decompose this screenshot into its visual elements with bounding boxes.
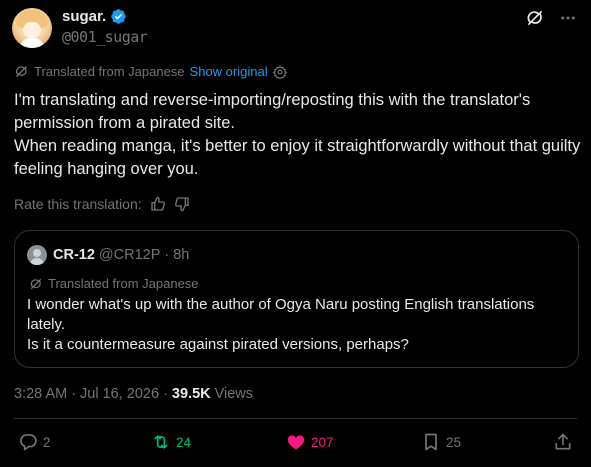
header-actions [525, 8, 577, 28]
reply-icon [20, 434, 37, 451]
translate-icon [30, 278, 42, 289]
quoted-author-name[interactable]: CR-12 [53, 247, 95, 263]
rate-translation-label: Rate this translation: [14, 196, 142, 212]
like-button[interactable]: 207 [286, 432, 334, 452]
retweet-icon [154, 435, 168, 449]
author-handle[interactable]: @001_sugar [62, 28, 148, 46]
views-count[interactable]: 39.5K [172, 386, 211, 402]
retweet-button[interactable]: 24 [151, 432, 191, 452]
quoted-tweet-text: I wonder what's up with the author of Og… [27, 296, 535, 353]
bookmark-count: 25 [446, 434, 462, 450]
quoted-tweet-time[interactable]: 8h [173, 247, 189, 263]
retweet-count: 24 [176, 434, 192, 450]
rate-translation-row: Rate this translation: [14, 196, 190, 212]
author-name-row: sugar. [62, 8, 127, 25]
more-options-icon[interactable] [559, 9, 577, 27]
avatar-body [20, 38, 44, 48]
tweet-meta: 3:28 AM · Jul 16, 2026 · 39.5K Views [14, 386, 253, 402]
reply-button[interactable]: 2 [18, 432, 51, 452]
avatar-face [23, 22, 41, 38]
author-display-name[interactable]: sugar. [62, 8, 106, 25]
thumbs-up-icon[interactable] [150, 196, 166, 212]
like-count: 207 [311, 434, 334, 450]
tweet-date[interactable]: Jul 16, 2026 [80, 386, 159, 402]
quoted-tweet-header: CR-12 @CR12P · 8h [27, 245, 189, 265]
separator-dot: · [164, 247, 170, 263]
share-button[interactable] [553, 432, 573, 452]
author-avatar[interactable] [12, 8, 52, 48]
bookmark-icon [425, 433, 437, 451]
translation-notice: Translated from Japanese Show original [14, 64, 287, 79]
reply-count: 2 [43, 434, 51, 450]
translate-icon [15, 66, 27, 77]
bookmark-button[interactable]: 25 [421, 432, 461, 452]
tweet-time[interactable]: 3:28 AM [14, 386, 67, 402]
quoted-translation-notice: Translated from Japanese [29, 276, 199, 291]
show-original-link[interactable]: Show original [190, 64, 268, 79]
separator-dot: · [163, 386, 168, 402]
quoted-author-avatar[interactable] [27, 245, 47, 265]
action-bar: 2 24 207 25 [0, 430, 591, 458]
tweet-text: I'm translating and reverse-importing/re… [14, 91, 581, 178]
heart-icon [287, 435, 305, 450]
grok-icon[interactable] [525, 8, 545, 28]
views-label: Views [214, 386, 254, 402]
quoted-translation-label: Translated from Japanese [48, 276, 199, 291]
divider [14, 418, 577, 419]
translation-label: Translated from Japanese [34, 64, 185, 79]
thumbs-down-icon[interactable] [174, 196, 190, 212]
separator-dot: · [71, 386, 77, 402]
settings-icon[interactable] [272, 65, 287, 79]
quoted-tweet[interactable]: CR-12 @CR12P · 8h Translated from Japane… [14, 230, 579, 368]
quoted-author-handle[interactable]: @CR12P [99, 247, 160, 263]
share-icon [555, 433, 571, 450]
verified-badge-icon[interactable] [110, 8, 127, 25]
